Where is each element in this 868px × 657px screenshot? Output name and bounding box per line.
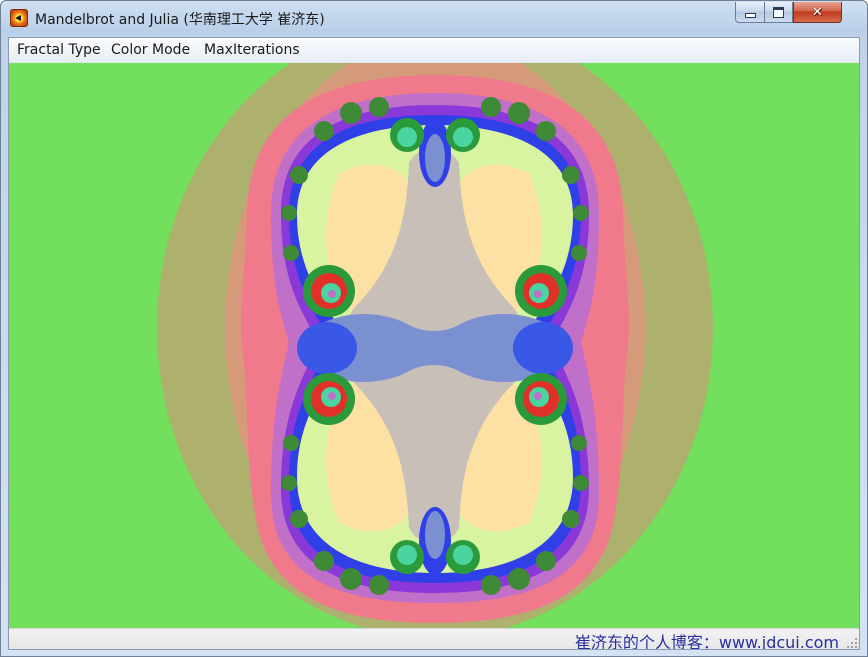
resize-grip-icon[interactable] <box>846 637 857 648</box>
window-title: Mandelbrot and Julia (华南理工大学 崔济东) <box>35 12 325 28</box>
border-bead <box>481 97 501 117</box>
border-bead <box>340 102 362 124</box>
border-bead <box>290 510 308 528</box>
right-neck <box>513 322 573 374</box>
border-bead <box>281 205 297 221</box>
border-bead <box>571 245 587 261</box>
border-bead <box>369 97 389 117</box>
border-bead <box>290 166 308 184</box>
border-bead <box>508 568 530 590</box>
top-neck-core <box>425 134 445 182</box>
fractal-canvas[interactable] <box>9 63 859 628</box>
status-text: 崔济东的个人博客：www.jdcui.com <box>574 633 839 650</box>
menu-fractal-type[interactable]: Fractal Type <box>17 42 101 58</box>
bottom-neck-core <box>425 511 445 559</box>
left-neck <box>297 322 357 374</box>
border-bead <box>536 551 556 571</box>
border-bead <box>314 121 334 141</box>
spiral-disc <box>328 392 336 400</box>
border-bead <box>283 245 299 261</box>
maximize-icon <box>773 6 784 18</box>
app-icon-glyph <box>15 15 21 21</box>
menu-color-mode[interactable]: Color Mode <box>111 42 190 58</box>
spiral-disc <box>453 127 473 147</box>
client-area: Fractal Type Color Mode MaxIterations 崔济… <box>8 37 860 650</box>
spiral-disc <box>534 392 542 400</box>
spiral-disc <box>328 290 336 298</box>
border-bead <box>573 475 589 491</box>
minimize-icon <box>745 14 755 17</box>
border-bead <box>283 435 299 451</box>
julia-set-render <box>9 63 859 628</box>
border-bead <box>562 166 580 184</box>
border-bead <box>481 575 501 595</box>
title-bar[interactable]: Mandelbrot and Julia (华南理工大学 崔济东) ✕ <box>1 1 867 35</box>
close-button[interactable]: ✕ <box>793 2 842 23</box>
close-icon: ✕ <box>812 4 823 20</box>
border-bead <box>314 551 334 571</box>
border-bead <box>340 568 362 590</box>
spiral-disc <box>397 545 417 565</box>
spiral-disc <box>397 127 417 147</box>
maximize-button[interactable] <box>765 2 793 23</box>
fractal-app-icon[interactable] <box>10 9 28 27</box>
border-bead <box>536 121 556 141</box>
border-bead <box>369 575 389 595</box>
border-bead <box>508 102 530 124</box>
border-bead <box>571 435 587 451</box>
border-bead <box>562 510 580 528</box>
spiral-disc <box>534 290 542 298</box>
status-bar: 崔济东的个人博客：www.jdcui.com <box>9 628 859 650</box>
minimize-button[interactable] <box>735 2 765 23</box>
border-bead <box>281 475 297 491</box>
border-bead <box>573 205 589 221</box>
application-window: Mandelbrot and Julia (华南理工大学 崔济东) ✕ Frac… <box>0 0 868 657</box>
spiral-disc <box>453 545 473 565</box>
menu-bar: Fractal Type Color Mode MaxIterations <box>9 38 859 63</box>
menu-max-iterations[interactable]: MaxIterations <box>204 42 300 58</box>
